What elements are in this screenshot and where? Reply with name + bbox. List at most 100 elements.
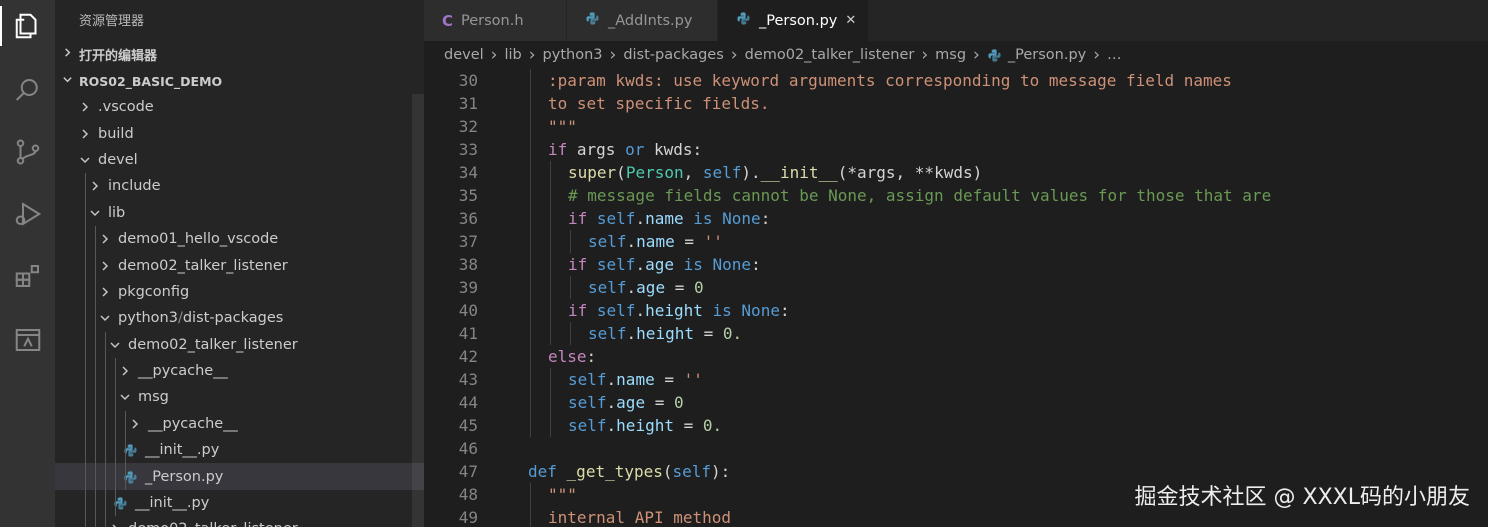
code-token: : [586, 347, 597, 366]
breadcrumb-item[interactable]: python3 [543, 47, 603, 63]
folder-item[interactable]: __pycache__ [55, 410, 424, 438]
line-number: 31 [458, 94, 478, 113]
code-token: if [548, 140, 568, 159]
tree-item-label: pkgconfig [118, 283, 190, 300]
breadcrumb-item[interactable]: devel [444, 47, 484, 63]
code-token: . [606, 393, 617, 412]
code-token: 0. [722, 324, 743, 343]
indent-guide [115, 489, 116, 517]
folder-item[interactable]: demo02_talker_listener [55, 516, 424, 527]
code-token: : [760, 209, 771, 228]
code-token: = [673, 416, 703, 435]
folder-item[interactable]: demo02_talker_listener [55, 252, 424, 279]
breadcrumb-item[interactable]: _Person.py [1008, 47, 1086, 63]
code-token: self [596, 301, 636, 320]
chevron-right-icon [87, 180, 103, 192]
code-token: 0 [693, 278, 704, 297]
code-token: """ [548, 485, 577, 504]
folder-item[interactable]: .vscode [55, 94, 424, 120]
code-token: self [568, 393, 607, 412]
tree-item-label: msg [138, 389, 169, 406]
activity-bar [0, 0, 55, 527]
tree-item-label: .vscode [98, 99, 154, 116]
open-editors-section[interactable]: 打开的编辑器 [55, 41, 424, 67]
tree-item-label: demo02_talker_listener [128, 336, 298, 353]
breadcrumb-item[interactable]: msg [935, 47, 966, 63]
folder-item[interactable]: __pycache__ [55, 357, 424, 385]
chevron-right-icon [97, 260, 113, 272]
extensions-icon[interactable] [0, 252, 55, 300]
folder-item[interactable]: lib [55, 199, 424, 226]
indent-guide [95, 463, 96, 490]
folder-item[interactable]: build [55, 120, 424, 146]
code-editor[interactable]: 30:param kwds: use keyword arguments cor… [424, 69, 1488, 527]
breadcrumb-item[interactable]: lib [504, 47, 521, 63]
file-item[interactable]: __init__.py [55, 489, 424, 517]
code-token: Person [625, 163, 684, 182]
breadcrumb-item[interactable]: … [1107, 47, 1122, 63]
code-token: . [606, 370, 617, 389]
explorer-icon[interactable] [0, 2, 55, 50]
indent-guide [95, 489, 96, 517]
code-token: self [568, 370, 607, 389]
workspace-label: ROS02_BASIC_DEMO [79, 73, 223, 89]
line-number: 38 [458, 255, 478, 274]
code-token: is [712, 301, 732, 320]
code-token: name [616, 370, 655, 389]
chevron-right-icon [77, 128, 93, 140]
source-control-icon[interactable] [0, 128, 55, 176]
folder-item[interactable]: demo01_hello_vscode [55, 225, 424, 253]
file-item[interactable]: __init__.py [55, 437, 424, 464]
tab-person-h[interactable]: C Person.h [424, 0, 567, 41]
folder-item[interactable]: pkgconfig [55, 278, 424, 306]
breadcrumb-item[interactable]: demo02_talker_listener [745, 47, 915, 63]
indent-guide [85, 252, 86, 279]
chevron-right-icon [97, 286, 113, 298]
code-token: . [635, 301, 646, 320]
indent-guide [115, 463, 116, 490]
line-number: 32 [458, 117, 478, 136]
code-line: internal API method [548, 506, 731, 527]
folder-item[interactable]: demo02_talker_listener [55, 331, 424, 358]
remote-explorer-icon[interactable] [0, 316, 55, 364]
line-number: 35 [458, 186, 478, 205]
code-token: internal API method [548, 508, 732, 527]
code-token: self [588, 324, 627, 343]
sidebar-scrollbar[interactable] [412, 94, 424, 527]
indent-guide [95, 225, 96, 253]
code-token: super [568, 163, 617, 182]
indent-guide [115, 357, 116, 385]
code-token: = [654, 370, 684, 389]
code-token: . [606, 416, 617, 435]
file-item[interactable]: _Person.py [55, 463, 424, 490]
tree-item-label: _Person.py [145, 468, 224, 485]
chevron-right-icon [77, 101, 93, 113]
code-token: . [626, 278, 637, 297]
search-icon[interactable] [0, 66, 55, 114]
code-token: : [751, 255, 761, 274]
indent-guide [570, 322, 571, 345]
folder-item[interactable]: python3 / dist-packages [55, 305, 424, 332]
code-token: None [722, 209, 761, 228]
indent-guide [105, 463, 106, 490]
tab-addints-py[interactable]: _AddInts.py [567, 0, 718, 41]
folder-item[interactable]: msg [55, 384, 424, 411]
chevron-down-icon [55, 74, 79, 88]
close-icon[interactable]: ✕ [845, 13, 856, 28]
chevron-right-icon [117, 365, 133, 377]
folder-item[interactable]: include [55, 173, 424, 200]
code-token: age [616, 393, 646, 412]
breadcrumb-item[interactable]: dist-packages [623, 47, 723, 63]
indent-guide [105, 357, 106, 385]
tab-person-py[interactable]: _Person.py ✕ [718, 0, 869, 41]
run-debug-icon[interactable] [0, 190, 55, 238]
folder-item[interactable]: devel [55, 147, 424, 173]
workspace-section[interactable]: ROS02_BASIC_DEMO [55, 68, 424, 94]
code-token: kwds: [644, 140, 703, 159]
indent-guide [85, 278, 86, 306]
code-token: = [693, 324, 723, 343]
code-line: self.height = 0. [588, 322, 742, 345]
